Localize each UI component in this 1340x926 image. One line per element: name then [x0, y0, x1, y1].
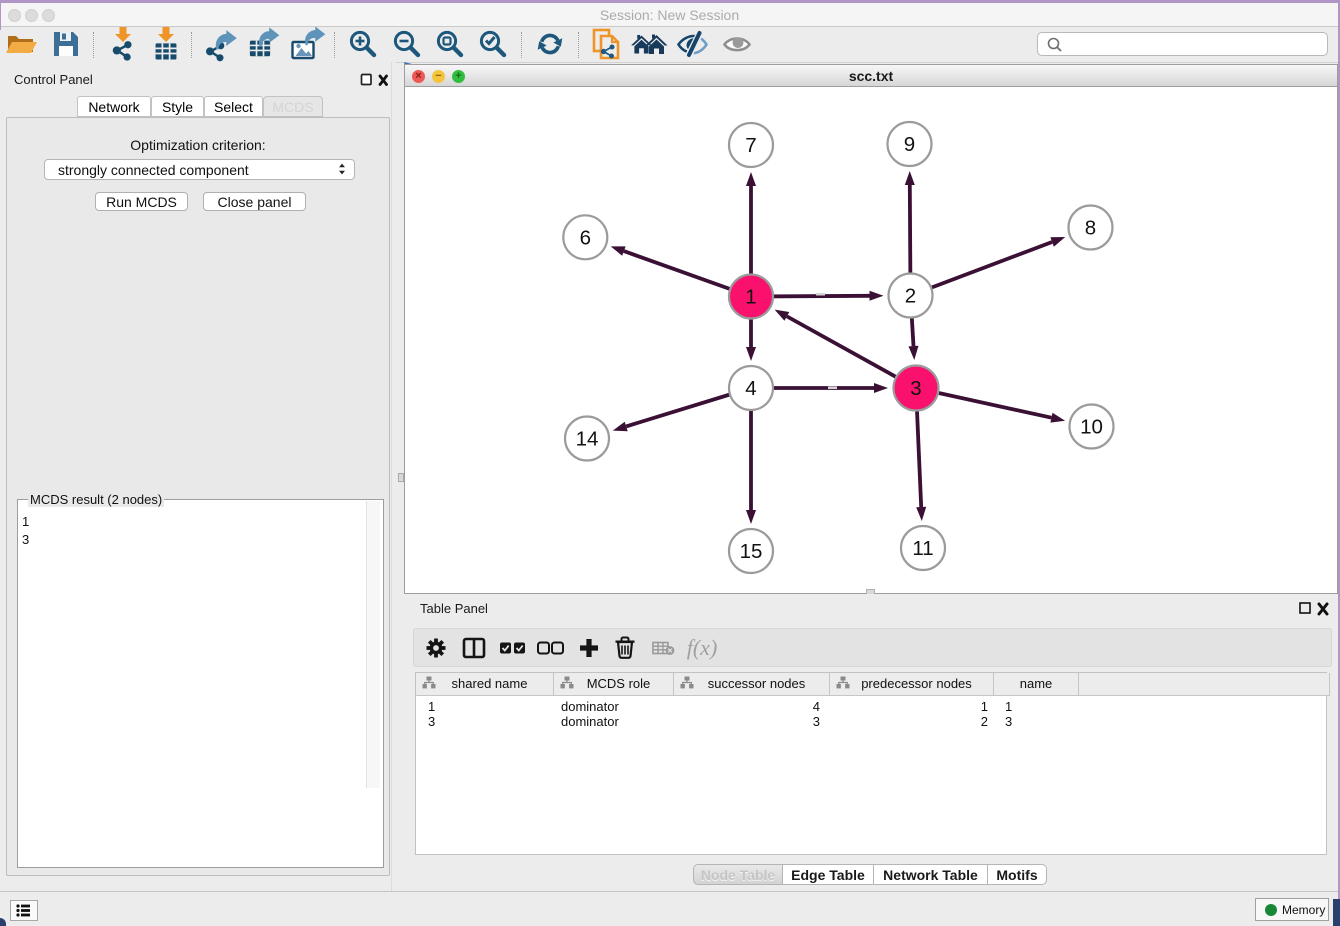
- svg-text:15: 15: [740, 540, 763, 563]
- svg-text:6: 6: [580, 226, 591, 249]
- svg-text:9: 9: [904, 133, 915, 156]
- svg-text:7: 7: [745, 134, 756, 157]
- svg-text:3: 3: [910, 377, 921, 400]
- svg-text:8: 8: [1085, 217, 1096, 240]
- svg-text:4: 4: [745, 377, 756, 400]
- svg-text:2: 2: [905, 285, 916, 308]
- svg-text:f(x): f(x): [687, 635, 718, 660]
- svg-text:10: 10: [1080, 416, 1103, 439]
- svg-text:14: 14: [576, 428, 599, 451]
- svg-text:1: 1: [745, 286, 756, 309]
- svg-text:11: 11: [912, 537, 933, 560]
